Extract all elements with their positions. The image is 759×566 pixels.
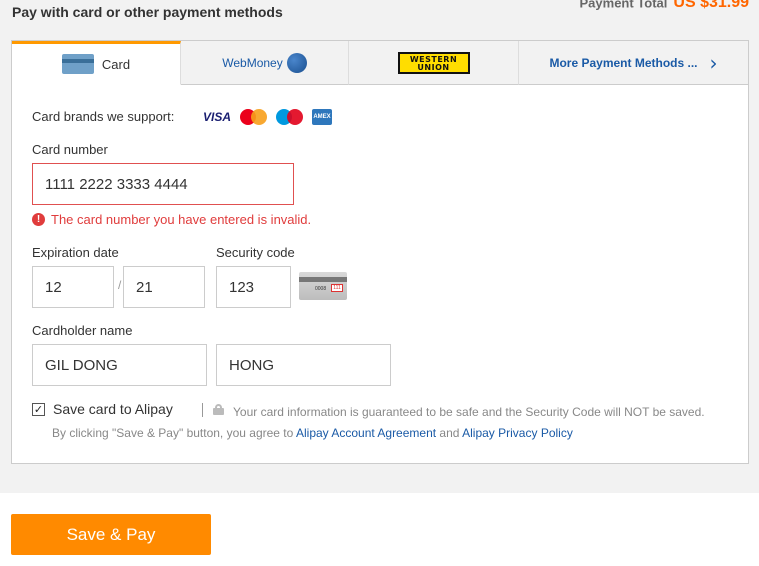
amex-logo: AMEX — [312, 109, 332, 125]
error-icon: ! — [32, 213, 45, 226]
card-number-input[interactable]: 1111 2222 3333 4444 — [32, 163, 294, 205]
divider — [202, 403, 203, 417]
expiration-year-input[interactable]: 21 — [123, 266, 205, 308]
agreement-middle: and — [436, 426, 463, 440]
card-number-error-text: The card number you have entered is inva… — [51, 212, 312, 227]
security-code-input[interactable]: 123 — [216, 266, 291, 308]
tab-card[interactable]: Card — [12, 41, 181, 85]
save-card-label[interactable]: Save card to Alipay — [53, 401, 173, 417]
maestro-logo — [276, 109, 304, 125]
card-number-error: ! The card number you have entered is in… — [32, 212, 311, 227]
payment-method-tabs: Card WebMoney WESTERN UNION More Payment… — [12, 41, 748, 85]
payment-total-label: Payment Total — [579, 0, 668, 11]
visa-logo: VISA — [202, 110, 231, 124]
credit-card-icon — [61, 54, 94, 74]
cvv-hint-code: 111 — [331, 284, 343, 292]
tab-webmoney[interactable]: WebMoney — [181, 41, 349, 85]
alipay-account-agreement-link[interactable]: Alipay Account Agreement — [296, 426, 436, 440]
cvv-hint-digits: 0008 — [315, 286, 327, 292]
payment-panel: Pay with card or other payment methods P… — [0, 0, 759, 493]
tab-western-union[interactable]: WESTERN UNION — [349, 41, 519, 85]
expiration-month-input[interactable]: 12 — [32, 266, 114, 308]
webmoney-globe-icon — [286, 52, 307, 73]
western-union-logo: WESTERN UNION — [397, 51, 470, 74]
lock-icon — [213, 404, 224, 415]
cardholder-label: Cardholder name — [32, 323, 133, 338]
tab-webmoney-label: WebMoney — [222, 55, 283, 70]
cvv-hint-card-icon: 0008 111 — [299, 272, 347, 300]
card-number-label: Card number — [32, 142, 108, 157]
chevron-right-icon: › — [709, 50, 718, 75]
agreement-text: By clicking "Save & Pay" button, you agr… — [52, 426, 573, 440]
agreement-prefix: By clicking "Save & Pay" button, you agr… — [52, 426, 296, 440]
save-and-pay-button[interactable]: Save & Pay — [11, 514, 211, 555]
save-card-checkbox[interactable]: ✓ — [32, 403, 45, 416]
card-form-box: Card WebMoney WESTERN UNION More Payment… — [11, 40, 749, 464]
tab-more-label: More Payment Methods ... — [549, 55, 698, 70]
payment-total: Payment Total US $31.99 — [580, 0, 750, 12]
tab-card-label: Card — [101, 56, 131, 72]
mastercard-logo — [240, 109, 268, 125]
payment-total-amount: US $31.99 — [673, 0, 749, 11]
tab-more-payment-methods[interactable]: More Payment Methods ... › — [519, 41, 748, 85]
security-code-label: Security code — [216, 245, 295, 260]
expiration-label: Expiration date — [32, 245, 119, 260]
cardholder-last-name-input[interactable]: HONG — [216, 344, 391, 386]
cardholder-first-name-input[interactable]: GIL DONG — [32, 344, 207, 386]
alipay-privacy-policy-link[interactable]: Alipay Privacy Policy — [462, 426, 573, 440]
page-title: Pay with card or other payment methods — [12, 4, 283, 20]
security-note: Your card information is guaranteed to b… — [233, 405, 705, 419]
brands-label: Card brands we support: — [32, 109, 175, 124]
expiration-separator: / — [118, 278, 122, 292]
